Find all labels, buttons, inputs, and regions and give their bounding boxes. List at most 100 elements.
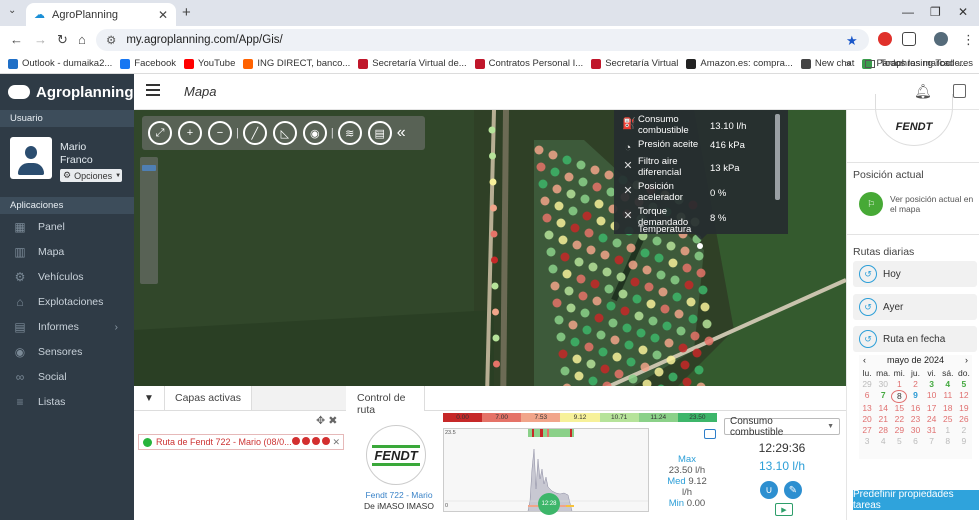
popup-scrollbar[interactable] [775,114,780,200]
back-icon[interactable]: ← [10,32,23,47]
bookmark-item[interactable]: Contratos Personal I... [474,58,583,69]
restore-icon[interactable]: ❐ [930,5,941,19]
profile-avatar[interactable] [934,32,948,46]
close-tab-icon[interactable]: ✕ [158,8,168,22]
options-dropdown[interactable]: ⚙ Opciones ▼ [60,169,122,182]
chart-options-icon[interactable] [704,429,716,439]
calendar-day[interactable]: 3 [859,436,875,447]
prev-month-icon[interactable]: ‹ [863,355,866,368]
zoom-slider-handle[interactable] [142,165,156,171]
yesterday-button[interactable]: ↺ Ayer [853,294,977,320]
predefine-tasks-button[interactable]: Predefinir propiedades tareas [853,489,979,511]
route-chart[interactable]: 23.5 0 12:28 [443,428,649,515]
camera-icon[interactable]: ◉ [302,121,327,145]
layer-add-icon[interactable] [292,436,301,445]
bookmark-item[interactable]: Amazon.es: compra... [686,58,793,69]
play-icon[interactable]: ▶ [775,503,793,516]
bookmarks-overflow-button[interactable]: » [846,58,851,69]
bookmark-item[interactable]: Secretaría Virtual de... [358,58,467,69]
calendar-day[interactable]: 22 [891,414,907,425]
calendar-day[interactable]: 15 [891,403,907,414]
route-control-tab[interactable]: Control de ruta [347,386,425,416]
bookmark-item[interactable]: Secretaría Virtual [591,58,678,69]
right-panel-toggle-icon[interactable] [953,84,966,98]
layers-tab[interactable]: Capas activas [164,386,252,410]
vehicle-name[interactable]: Fendt 722 - Mario [354,490,444,501]
tab-search-icon[interactable]: ⌄ [8,5,16,16]
url-field[interactable]: ⚙ my.agroplanning.com/App/Gis/ [96,29,869,51]
browser-menu-icon[interactable]: ⋮ [962,32,975,48]
calendar-day[interactable]: 4 [940,379,956,390]
magnet-icon[interactable]: ∪ [760,481,778,499]
calendar-day[interactable]: 31 [924,425,940,436]
calendar-day[interactable]: 5 [891,436,907,447]
calendar-day[interactable]: 10 [924,390,940,403]
calendar-day[interactable]: 24 [924,414,940,425]
calendar-day[interactable]: 14 [875,403,891,414]
calendar-day[interactable]: 7 [875,390,891,403]
agroplanning-logo[interactable]: Agroplanning [0,74,134,110]
calendar-day[interactable]: 26 [956,414,972,425]
zoom-in-icon[interactable]: + [178,121,202,145]
calendar-day[interactable]: 18 [940,403,956,414]
sidebar-item-sensores[interactable]: ◉ Sensores [0,339,134,364]
sidebar-item-explotaciones[interactable]: ⌂ Explotaciones [0,289,134,314]
calendar-day[interactable]: 2 [907,379,923,390]
bookmark-item[interactable]: Outlook - dumaika2... [8,58,112,69]
calendar-day[interactable]: 17 [924,403,940,414]
calendar-day[interactable]: 9 [956,436,972,447]
measure-line-icon[interactable]: ╱ [242,121,267,145]
calendar-day[interactable]: 13 [859,403,875,414]
calendar-day[interactable]: 7 [924,436,940,447]
home-icon[interactable]: ⌂ [78,32,86,47]
timeline-cursor[interactable]: 12:28 [538,493,560,515]
sidebar-item-informes[interactable]: ▤ Informes › [0,314,134,339]
variable-select[interactable]: Consumo combustible ▼ [724,416,840,438]
measure-area-icon[interactable]: ◺ [272,121,297,145]
calendar-day[interactable]: 6 [907,436,923,447]
calendar-day[interactable]: 16 [907,403,923,414]
date-picker[interactable]: ‹ mayo de 2024 › lu. ma. mi. ju. vi. sá. do. 29… [859,355,972,459]
close-window-icon[interactable]: ✕ [958,5,968,19]
bookmark-item[interactable]: ING DIRECT, banco... [243,58,350,69]
calendar-day[interactable]: 20 [859,414,875,425]
layer-remove-icon[interactable]: ✕ [332,437,340,448]
calendar-day[interactable]: 30 [907,425,923,436]
reload-icon[interactable]: ↻ [57,32,68,48]
calendar-day[interactable]: 28 [875,425,891,436]
layer-download-icon[interactable] [302,436,311,445]
collapse-toolbar-icon[interactable]: « [397,124,406,142]
edit-icon[interactable]: ✎ [784,481,802,499]
calendar-day[interactable]: 29 [859,379,875,390]
sidebar-item-vehículos[interactable]: ⚙ Vehículos [0,264,134,289]
report-icon[interactable]: ▤ [367,121,392,145]
hamburger-menu-icon[interactable] [146,84,160,99]
move-icon[interactable]: ✥ [316,415,325,427]
calendar-day[interactable]: 2 [956,425,972,436]
layer-locate-icon[interactable] [322,436,331,445]
calendar-day[interactable]: 12 [956,390,972,403]
forward-icon[interactable]: → [34,32,47,47]
calendar-day[interactable]: 9 [907,390,923,403]
bookmark-item[interactable]: Facebook [120,58,176,69]
calendar-day[interactable]: 5 [956,379,972,390]
tractor-locate-icon[interactable]: ⚐ [859,192,883,216]
next-month-icon[interactable]: › [965,355,968,368]
calendar-day[interactable]: 21 [875,414,891,425]
layer-visibility-icon[interactable] [312,436,321,445]
route-by-date-button[interactable]: ↺ Ruta en fecha [853,326,977,352]
fullscreen-icon[interactable]: ⤢ [148,121,172,145]
calendar-day[interactable]: 23 [907,414,923,425]
sidebar-item-listas[interactable]: ≡ Listas [0,389,134,414]
site-info-icon[interactable]: ⚙ [106,33,116,47]
adblock-extension-icon[interactable] [878,32,892,46]
sidebar-item-panel[interactable]: ▦ Panel [0,214,134,239]
layers-icon[interactable]: ≋ [337,121,362,145]
zoom-out-icon[interactable]: − [208,121,232,145]
extensions-icon[interactable] [902,32,916,46]
calendar-day[interactable]: 27 [859,425,875,436]
sidebar-item-mapa[interactable]: ▥ Mapa [0,239,134,264]
minimize-icon[interactable]: — [902,5,914,19]
close-layers-icon[interactable]: ✖ [328,415,337,427]
new-tab-icon[interactable]: + [182,4,191,21]
